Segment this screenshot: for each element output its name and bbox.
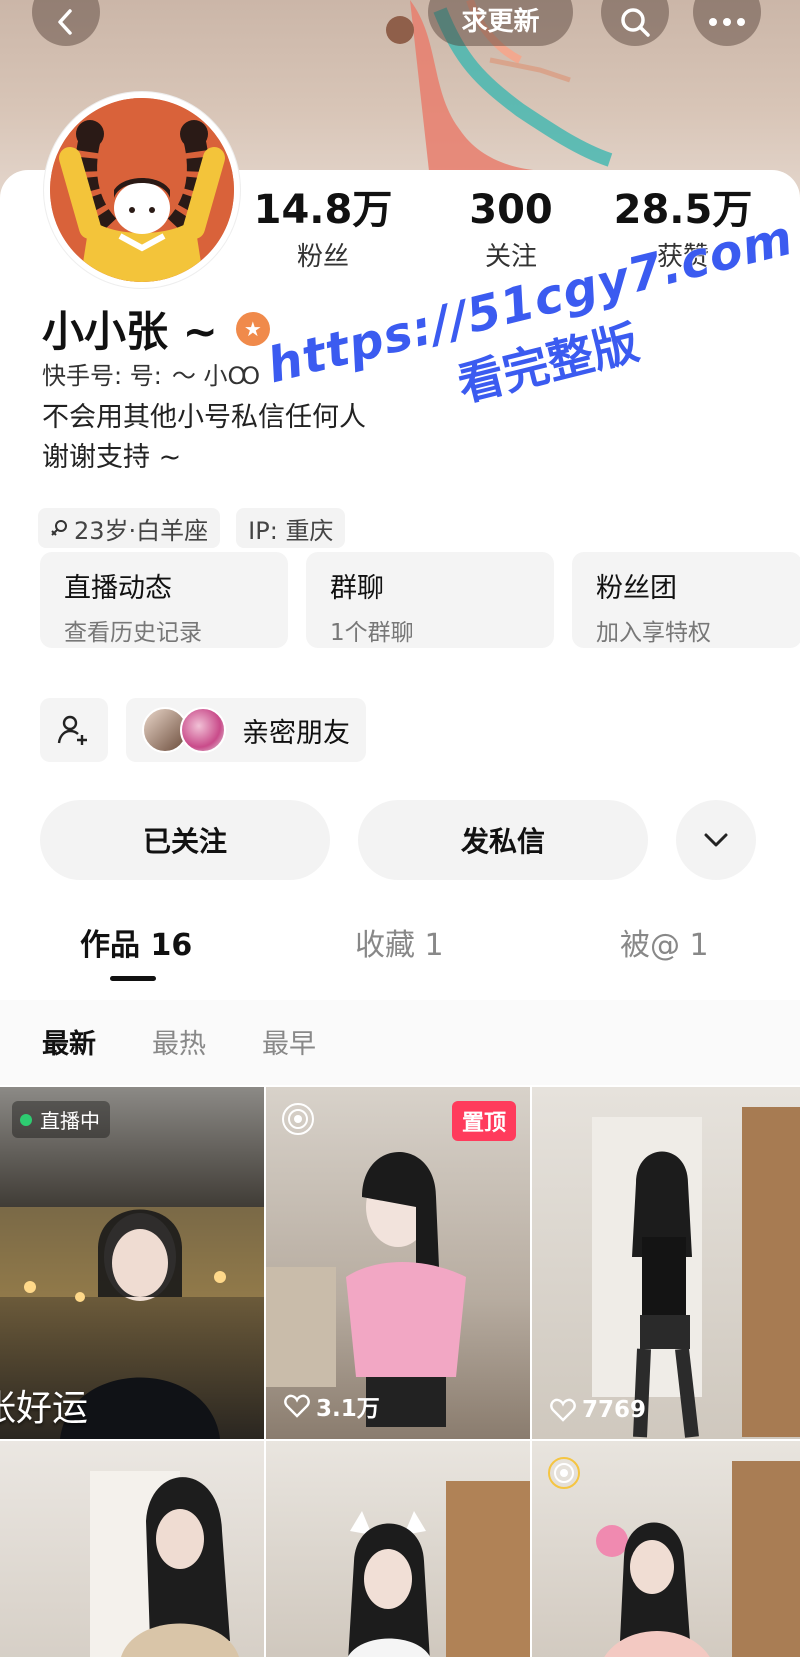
bio-line: 不会用其他小号私信任何人 bbox=[42, 402, 366, 433]
video-caption: 张好运 bbox=[0, 1388, 89, 1429]
sort-hottest[interactable]: 最热 bbox=[152, 1022, 206, 1061]
feature-title: 直播动态 bbox=[64, 573, 172, 604]
pinned-badge: 置顶 bbox=[451, 1101, 516, 1141]
video-thumbnail[interactable]: 直播中 张好运 bbox=[0, 1087, 264, 1439]
live-indicator-icon bbox=[20, 1113, 32, 1126]
tab-mentions[interactable]: 被@ 1 bbox=[620, 920, 709, 964]
stat-likes[interactable]: 28.5万 获赞 bbox=[608, 188, 758, 273]
like-count: 3.1万 bbox=[284, 1389, 380, 1423]
stat-value: 300 bbox=[469, 187, 553, 233]
stat-label: 关注 bbox=[484, 242, 537, 272]
account-id[interactable]: 快手号: 号: 〜 小Ꚙ bbox=[42, 356, 260, 391]
star-badge-icon[interactable]: ★ bbox=[235, 311, 270, 346]
stat-label: 获赞 bbox=[656, 242, 709, 272]
video-thumbnail[interactable] bbox=[266, 1441, 530, 1657]
like-count: 7769 bbox=[550, 1397, 646, 1423]
feature-subtitle: 1个群聊 bbox=[330, 620, 414, 646]
video-thumbnail-image bbox=[90, 1471, 239, 1657]
feature-title: 群聊 bbox=[330, 573, 384, 604]
chevron-left-icon bbox=[58, 9, 72, 35]
sort-bar: 最新 最热 最早 bbox=[0, 1000, 800, 1085]
account-id-label: 快手号: 号: bbox=[42, 362, 162, 390]
expand-button[interactable] bbox=[676, 800, 756, 880]
like-count-text: 7769 bbox=[582, 1397, 647, 1423]
age-zodiac-tag: 23岁·白羊座 bbox=[38, 508, 221, 548]
ip-location-tag: IP: 重庆 bbox=[236, 508, 346, 548]
tab-favorites[interactable]: 收藏 1 bbox=[355, 920, 444, 964]
age-zodiac-text: 23岁·白羊座 bbox=[74, 516, 209, 545]
close-friends-label: 亲密朋友 bbox=[242, 717, 350, 749]
tab-works[interactable]: 作品 16 bbox=[80, 920, 192, 964]
feature-group-chat[interactable]: 群聊 1个群聊 bbox=[306, 552, 554, 648]
account-id-value: 〜 小Ꚙ bbox=[171, 362, 261, 390]
video-thumbnail-image bbox=[592, 1107, 800, 1438]
search-icon bbox=[621, 8, 650, 37]
close-friends-button[interactable]: 亲密朋友 bbox=[126, 698, 366, 762]
tab-indicator bbox=[110, 976, 156, 981]
heart-icon bbox=[550, 1398, 576, 1422]
stat-following[interactable]: 300 关注 bbox=[436, 188, 586, 273]
profile-tags: 23岁·白羊座 IP: 重庆 bbox=[38, 508, 346, 548]
video-thumbnail[interactable]: 7769 bbox=[532, 1087, 800, 1439]
feature-live-history[interactable]: 直播动态 查看历史记录 bbox=[40, 552, 288, 648]
video-thumbnail-image bbox=[348, 1481, 530, 1657]
video-thumbnail[interactable]: 置顶 3.1万 bbox=[266, 1087, 530, 1439]
request-update-button[interactable]: 求更新 bbox=[428, 0, 573, 46]
feature-title: 粉丝团 bbox=[596, 573, 677, 604]
friend-row: 亲密朋友 bbox=[40, 698, 366, 762]
live-badge-text: 直播中 bbox=[40, 1109, 100, 1133]
feature-fan-club[interactable]: 粉丝团 加入享特权 bbox=[572, 552, 800, 648]
live-badge: 直播中 bbox=[12, 1101, 110, 1138]
stat-value: 28.5万 bbox=[613, 187, 753, 233]
sort-newest[interactable]: 最新 bbox=[42, 1022, 96, 1061]
sort-earliest[interactable]: 最早 bbox=[262, 1022, 316, 1061]
stat-followers[interactable]: 14.8万 粉丝 bbox=[248, 188, 398, 273]
heart-icon bbox=[284, 1394, 310, 1418]
video-thumbnail[interactable] bbox=[532, 1441, 800, 1657]
ring-icon bbox=[548, 1457, 580, 1489]
bio-line: 谢谢支持 ~ bbox=[42, 442, 182, 473]
feature-row: 直播动态 查看历史记录 群聊 1个群聊 粉丝团 加入享特权 bbox=[40, 552, 800, 648]
feature-subtitle: 查看历史记录 bbox=[64, 620, 202, 646]
profile-name: 小小张 ~ bbox=[42, 307, 218, 356]
avatar[interactable] bbox=[44, 92, 240, 288]
profile-card: 14.8万 粉丝 300 关注 28.5万 获赞 小小张 ~ ★ 快手号: 号:… bbox=[0, 92, 800, 1657]
female-gender-icon bbox=[51, 520, 67, 536]
action-row: 已关注 发私信 bbox=[40, 800, 756, 880]
name-row: 小小张 ~ ★ bbox=[42, 298, 270, 359]
video-thumbnail[interactable] bbox=[0, 1441, 264, 1657]
stat-label: 粉丝 bbox=[296, 242, 349, 272]
bio: 不会用其他小号私信任何人 谢谢支持 ~ bbox=[42, 398, 366, 478]
avatar-cartoon-illustration bbox=[50, 98, 234, 282]
feature-subtitle: 加入享特权 bbox=[596, 620, 711, 646]
more-dots-icon bbox=[709, 18, 745, 26]
friend-avatar bbox=[180, 707, 226, 753]
add-friend-button[interactable] bbox=[40, 698, 108, 762]
like-count-text: 3.1万 bbox=[316, 1396, 380, 1422]
message-button[interactable]: 发私信 bbox=[358, 800, 648, 880]
content-tabs: 作品 16 收藏 1 被@ 1 bbox=[0, 920, 800, 990]
follow-button[interactable]: 已关注 bbox=[40, 800, 330, 880]
stat-value: 14.8万 bbox=[253, 187, 393, 233]
add-user-icon bbox=[57, 715, 87, 745]
ring-icon bbox=[282, 1103, 314, 1135]
chevron-down-icon bbox=[704, 833, 728, 847]
